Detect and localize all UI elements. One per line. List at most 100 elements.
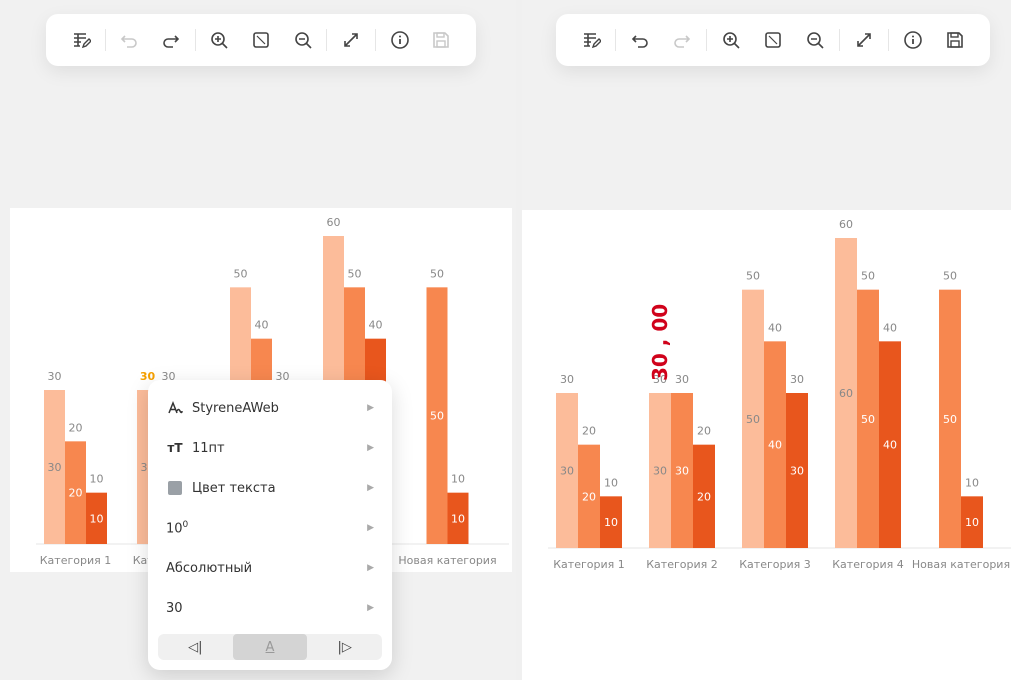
value-item[interactable]: 30 ▶ — [166, 592, 374, 624]
chart-toolbar — [556, 14, 990, 66]
zoom-out-icon — [294, 32, 312, 49]
fit-button[interactable] — [758, 25, 788, 55]
category-label: Категория 1 — [553, 558, 624, 571]
data-label-outside: 40 — [255, 319, 269, 332]
data-label-outside: 40 — [883, 321, 897, 334]
redo-button[interactable] — [667, 25, 697, 55]
data-label-outside: 40 — [369, 319, 383, 332]
mode-item[interactable]: Абсолютный ▶ — [166, 552, 374, 584]
category-label: Категория 2 — [646, 558, 717, 571]
table-edit-icon — [73, 33, 91, 49]
save-button[interactable] — [940, 25, 970, 55]
text-size-icon: тT — [167, 441, 183, 455]
font-size-label: 11пт — [192, 440, 225, 456]
mode-label: Абсолютный — [166, 560, 253, 576]
data-label-inside: 40 — [768, 439, 782, 452]
undo-button[interactable] — [625, 25, 655, 55]
data-label-inside: 50 — [943, 413, 957, 426]
undo-icon — [121, 35, 138, 48]
toolbar-separator — [194, 29, 196, 51]
expand-icon — [857, 33, 871, 47]
chevron-right-icon: ▶ — [367, 563, 374, 573]
text-color-item[interactable]: Цвет текста ▶ — [166, 472, 374, 504]
zoom-out-button[interactable] — [800, 25, 830, 55]
data-label-outside: 30 — [560, 373, 574, 386]
undo-button[interactable] — [115, 25, 145, 55]
text-color-label: Цвет текста — [192, 480, 276, 496]
zoom-in-icon — [211, 32, 229, 49]
data-label-inside: 60 — [839, 387, 853, 400]
data-label-outside: 60 — [327, 216, 341, 229]
align-right-button[interactable]: |▷ — [307, 634, 382, 660]
data-label-outside: 50 — [234, 267, 248, 280]
data-label-outside: 10 — [965, 476, 979, 489]
data-label-inside: 10 — [90, 512, 104, 525]
data-label-outside: 50 — [943, 270, 957, 283]
info-button[interactable] — [385, 25, 415, 55]
data-label-inside: 10 — [604, 516, 618, 529]
expand-button[interactable] — [336, 25, 366, 55]
save-icon — [433, 32, 450, 48]
category-label: Новая категория — [912, 558, 1010, 571]
data-label-outside: 50 — [430, 267, 444, 280]
data-label-outside: 30 — [790, 373, 804, 386]
data-label-inside: 50 — [430, 410, 444, 423]
zoom-in-button[interactable] — [205, 25, 235, 55]
chart-card[interactable]: 30 30 20 20 10 10 Категория 1 30 30 30 30 20 20 Катег… — [522, 210, 1011, 680]
toolbar-separator — [839, 29, 840, 51]
data-label-inside: 20 — [582, 490, 596, 503]
info-icon — [904, 31, 922, 49]
zoom-in-button[interactable] — [716, 25, 746, 55]
table-edit-icon — [584, 33, 601, 49]
fit-button[interactable] — [246, 25, 276, 55]
save-button[interactable] — [426, 25, 456, 55]
data-label-outside: 10 — [604, 476, 618, 489]
undo-icon — [631, 35, 648, 48]
expand-button[interactable] — [849, 25, 879, 55]
table-edit-button[interactable] — [66, 25, 96, 55]
data-label-inside: 30 — [653, 465, 667, 478]
data-label-inside: 50 — [746, 413, 760, 426]
data-label-inside: 30 — [675, 465, 689, 478]
left-editor-panel: 303020201010Категория 1303030302020Катег… — [0, 0, 516, 680]
data-label-outside: 10 — [90, 473, 104, 486]
toolbar-separator — [888, 29, 889, 51]
toolbar-separator — [706, 29, 707, 51]
data-label-inside: 10 — [965, 516, 979, 529]
data-label-outside: 50 — [861, 270, 875, 283]
chevron-right-icon: ▶ — [367, 483, 374, 493]
data-label-outside: 40 — [768, 321, 782, 334]
data-label-outside: 20 — [582, 425, 596, 438]
chevron-right-icon: ▶ — [367, 523, 374, 533]
info-button[interactable] — [898, 25, 928, 55]
data-label-outside: 30 — [675, 373, 689, 386]
toolbar-separator — [104, 29, 106, 51]
align-left-button[interactable]: ◁| — [158, 634, 233, 660]
data-label-inside: 50 — [861, 413, 875, 426]
font-size-item[interactable]: тT 11пт ▶ — [166, 432, 374, 464]
chevron-right-icon: ▶ — [367, 403, 374, 413]
value-label: 30 — [166, 600, 183, 616]
table-edit-button[interactable] — [576, 25, 606, 55]
data-label-inside: 30 — [560, 465, 574, 478]
highlighted-label: 30 , 00 — [648, 304, 672, 381]
redo-button[interactable] — [156, 25, 186, 55]
toolbar-separator — [374, 29, 376, 51]
label-format-menu: StyreneAWeb ▶ тT 11пт ▶ Цвет текста ▶ 10… — [148, 380, 392, 670]
category-label: Категория 4 — [832, 558, 903, 571]
data-label-outside: 50 — [348, 267, 362, 280]
font-family-item[interactable]: StyreneAWeb ▶ — [166, 392, 374, 424]
right-editor-panel: 30 30 20 20 10 10 Категория 1 30 30 30 30 20 20 Катег… — [522, 0, 1011, 680]
bar-chart[interactable]: 30 30 20 20 10 10 Категория 1 30 30 30 30 20 20 Катег… — [522, 210, 1011, 680]
font-family-label: StyreneAWeb — [192, 400, 279, 416]
power-label: 100 — [166, 519, 189, 537]
data-label-outside: 10 — [451, 473, 465, 486]
power-item[interactable]: 100 ▶ — [166, 512, 374, 544]
zoom-out-button[interactable] — [288, 25, 318, 55]
data-label-outside: 60 — [839, 218, 853, 231]
align-center-button[interactable]: A — [232, 634, 308, 660]
category-label: Категория 3 — [739, 558, 810, 571]
fit-icon — [253, 32, 269, 48]
toolbar-separator — [615, 29, 616, 51]
alignment-bar: ◁| A |▷ — [158, 634, 382, 660]
